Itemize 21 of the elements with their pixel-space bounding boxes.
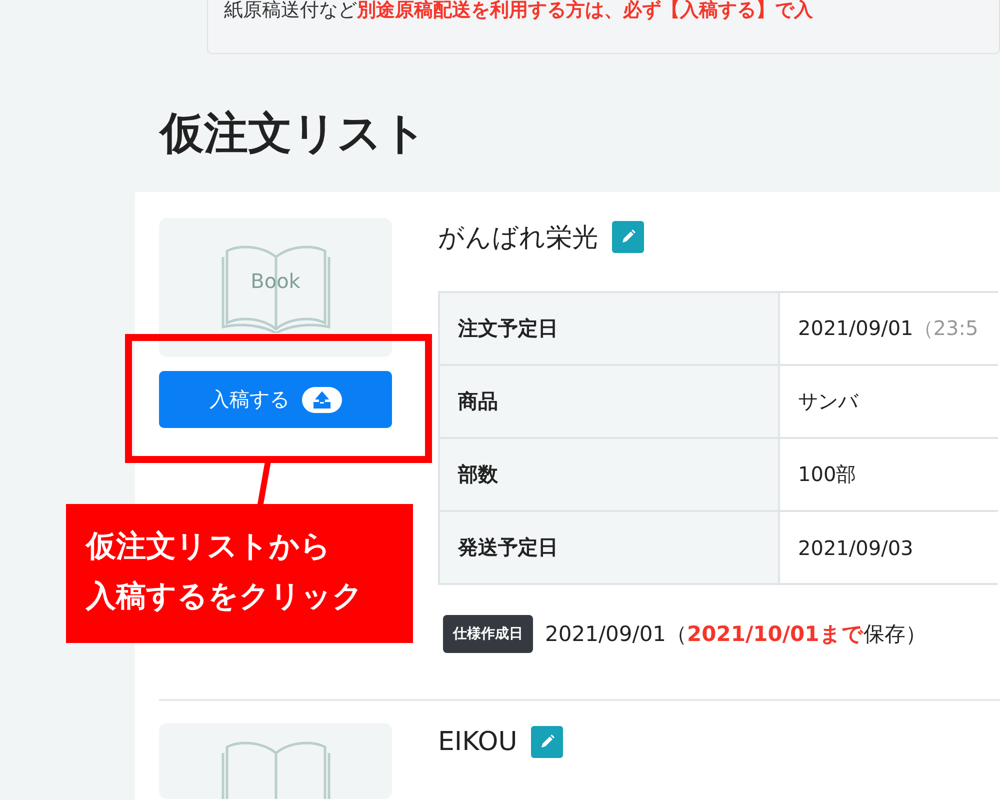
detail-value: 2021/09/01 [798, 316, 914, 340]
edit-button[interactable] [612, 221, 644, 253]
upload-button[interactable]: 入稿する [159, 371, 392, 428]
detail-label: 商品 [439, 365, 779, 438]
edit-button[interactable] [531, 726, 564, 758]
book-label: Book [250, 268, 302, 292]
upload-icon [302, 386, 342, 412]
order-title: EIKOU [438, 727, 518, 757]
order-title: がんばれ栄光 [438, 222, 598, 254]
detail-label: 部数 [439, 438, 779, 511]
spec-date-text: 2021/09/01（2021/10/01まで保存） [545, 621, 926, 648]
detail-value: 100部 [798, 462, 856, 486]
callout-text: 入稿するをクリック [86, 578, 364, 616]
detail-label: 発送予定日 [439, 511, 779, 584]
spec-badge: 仕様作成日 [443, 615, 533, 653]
detail-value: サンバ [798, 389, 858, 413]
detail-note: （23:5 [913, 316, 978, 340]
callout-text: 仮注文リストから [86, 528, 332, 566]
detail-label: 注文予定日 [439, 292, 779, 365]
detail-value: 2021/09/03 [798, 536, 914, 560]
page-title: 仮注文リスト [160, 107, 428, 161]
